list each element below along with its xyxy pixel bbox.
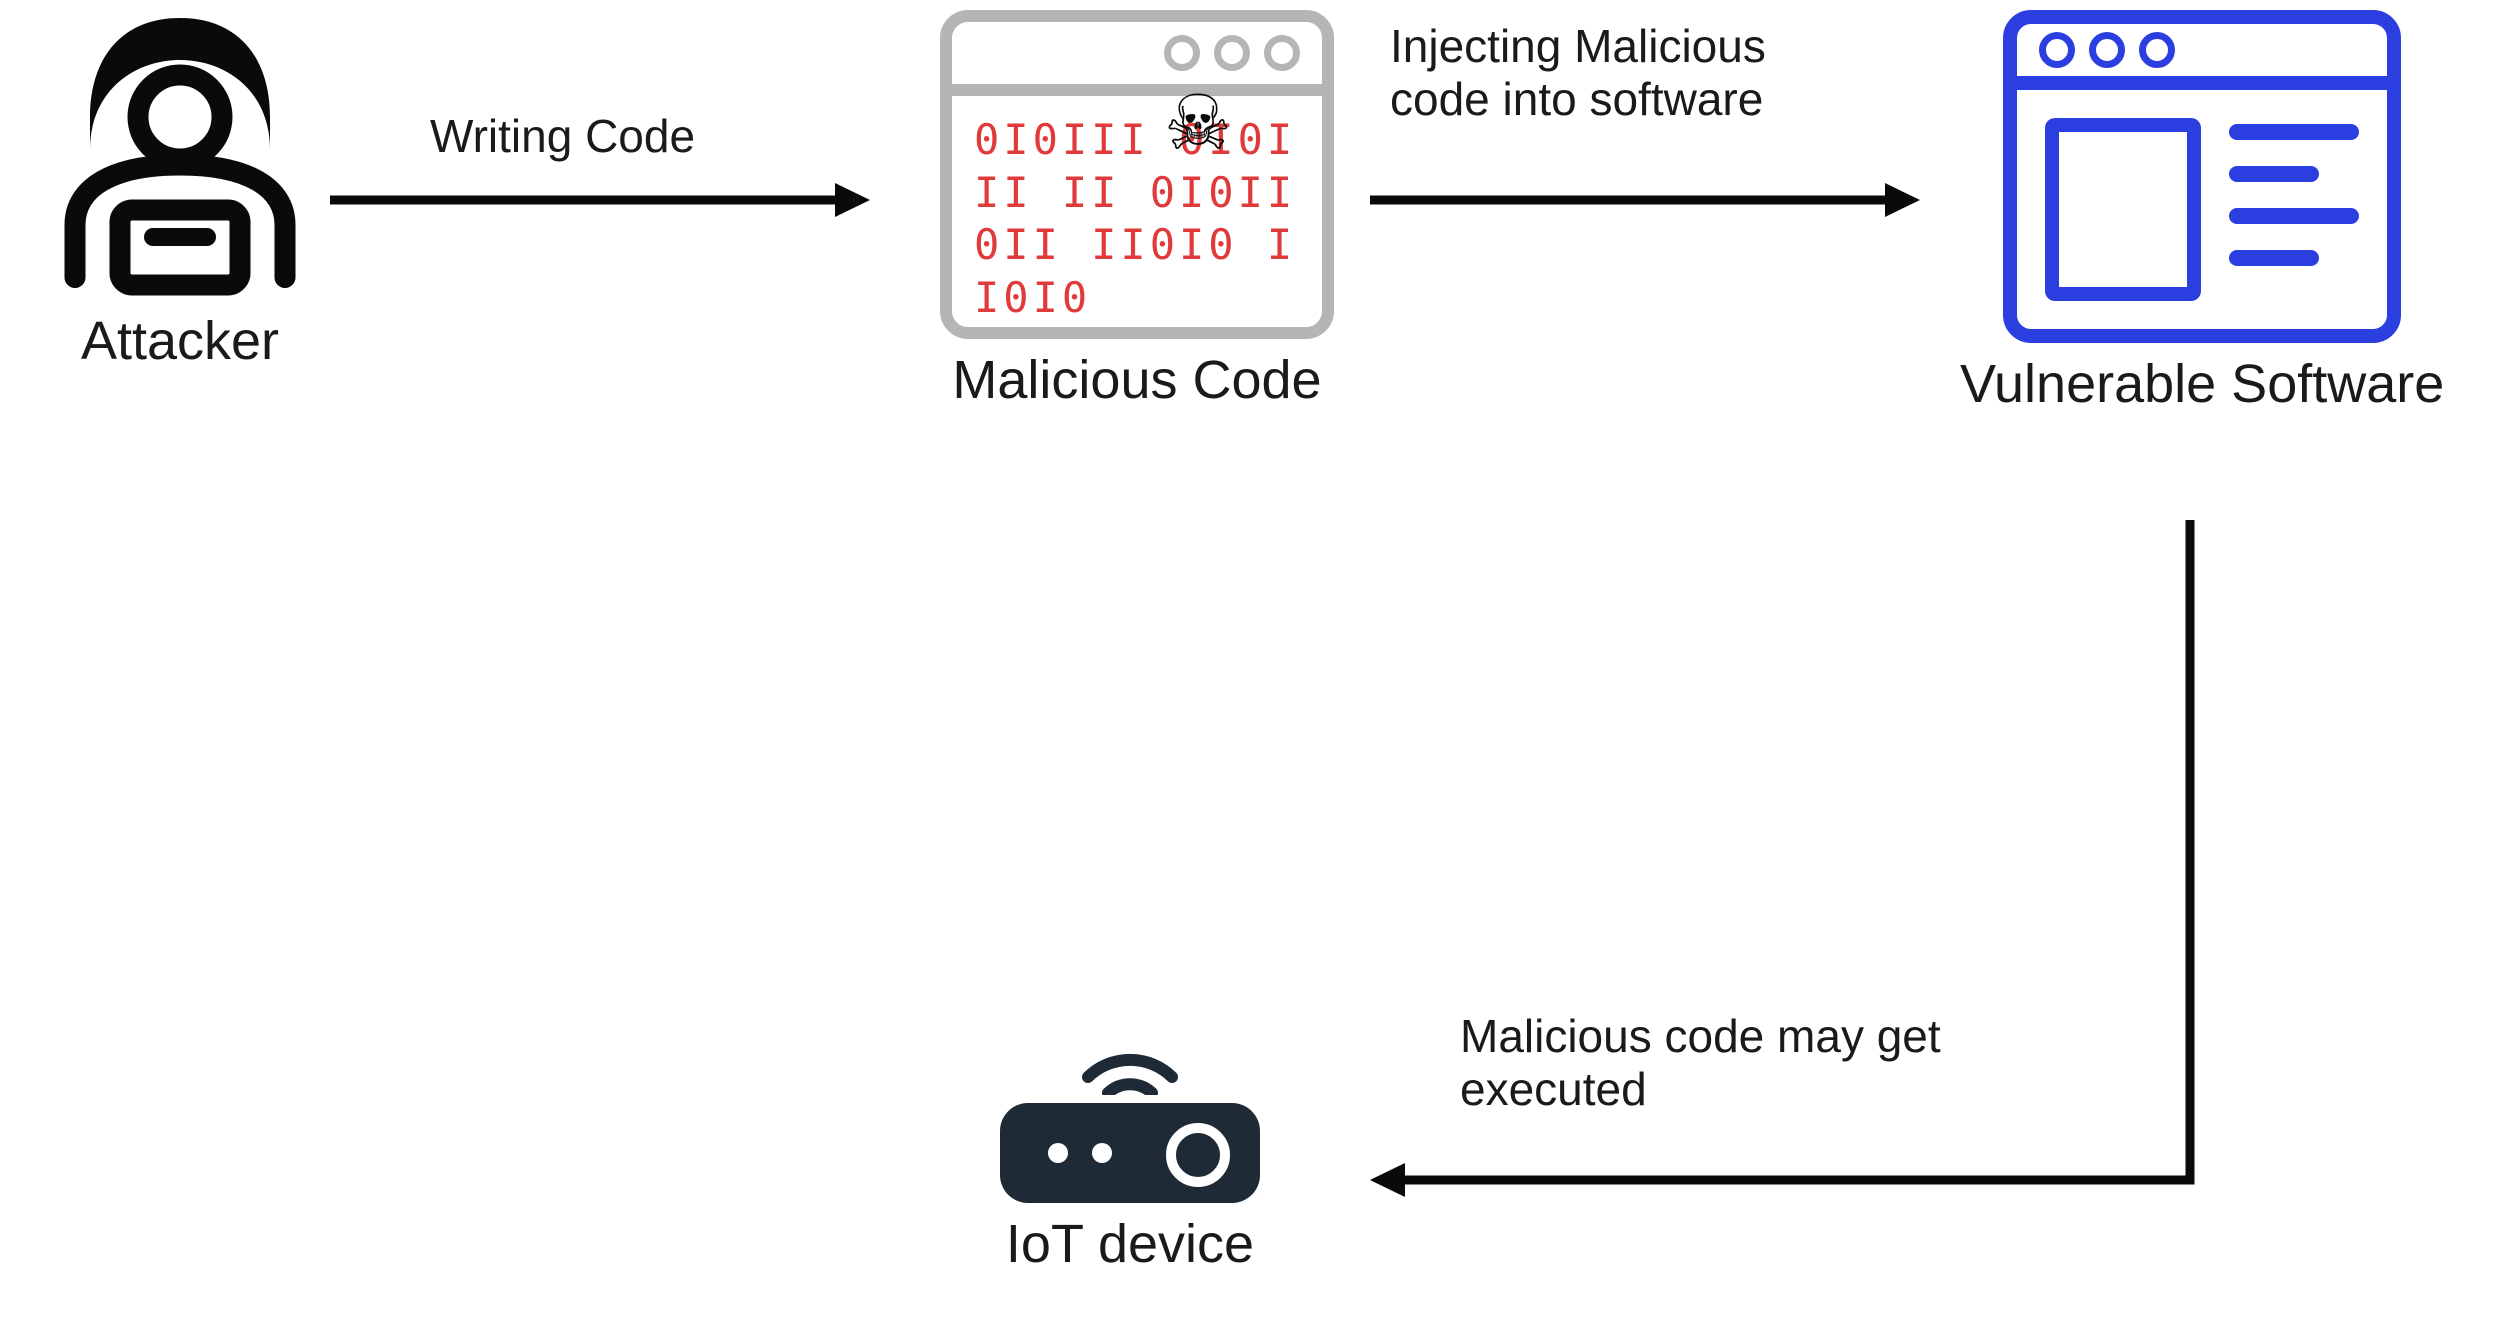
software-line-icon <box>2229 124 2359 140</box>
vulnerable-software-label: Vulnerable Software <box>1960 353 2444 415</box>
software-rect-icon <box>2045 118 2201 301</box>
hooded-hacker-icon <box>30 0 330 300</box>
arrow-software-to-iot <box>1360 520 2210 1200</box>
window-dot-icon <box>2139 32 2175 68</box>
edge-label-writing-code: Writing Code <box>430 110 695 163</box>
window-dot-icon <box>1264 35 1300 71</box>
iot-led-icon <box>1092 1143 1112 1163</box>
node-malicious-code: 0I0III 0I0III II 0I0II 0II II0I0 II0I0 ☠… <box>940 10 1334 411</box>
software-body <box>2017 90 2387 329</box>
software-line-icon <box>2229 208 2359 224</box>
iot-router-icon <box>1000 1035 1260 1203</box>
arrow-attacker-to-malicious <box>330 175 870 225</box>
node-iot-device: IoT device <box>1000 1035 1260 1275</box>
window-dot-icon <box>1164 35 1200 71</box>
malicious-code-window-icon: 0I0III 0I0III II 0I0II 0II II0I0 II0I0 ☠ <box>940 10 1334 339</box>
iot-device-label: IoT device <box>1006 1213 1254 1275</box>
software-window-icon <box>2003 10 2401 343</box>
arrow-malicious-to-software <box>1370 175 1920 225</box>
window-dot-icon <box>1214 35 1250 71</box>
window-titlebar <box>952 22 1322 96</box>
skull-icon: ☠ <box>1164 78 1232 167</box>
window-dot-icon <box>2089 32 2125 68</box>
malicious-code-label: Malicious Code <box>952 349 1321 411</box>
node-vulnerable-software: Vulnerable Software <box>1960 10 2444 415</box>
attacker-label: Attacker <box>81 310 279 372</box>
iot-power-icon <box>1166 1123 1230 1187</box>
window-dot-icon <box>2039 32 2075 68</box>
edge-label-injecting-line1: Injecting Malicious <box>1390 20 1766 72</box>
node-attacker: Attacker <box>30 0 330 372</box>
software-line-icon <box>2229 250 2319 266</box>
wifi-icon <box>1070 1035 1190 1095</box>
edge-label-injecting: Injecting Malicious code into software <box>1390 20 1766 126</box>
window-titlebar <box>2017 24 2387 90</box>
software-lines <box>2229 118 2359 301</box>
iot-led-icon <box>1048 1143 1068 1163</box>
edge-label-injecting-line2: code into software <box>1390 73 1763 125</box>
malicious-code-text: 0I0III 0I0III II 0I0II 0II II0I0 II0I0 <box>952 96 1322 327</box>
software-line-icon <box>2229 166 2319 182</box>
iot-box-icon <box>1000 1103 1260 1203</box>
